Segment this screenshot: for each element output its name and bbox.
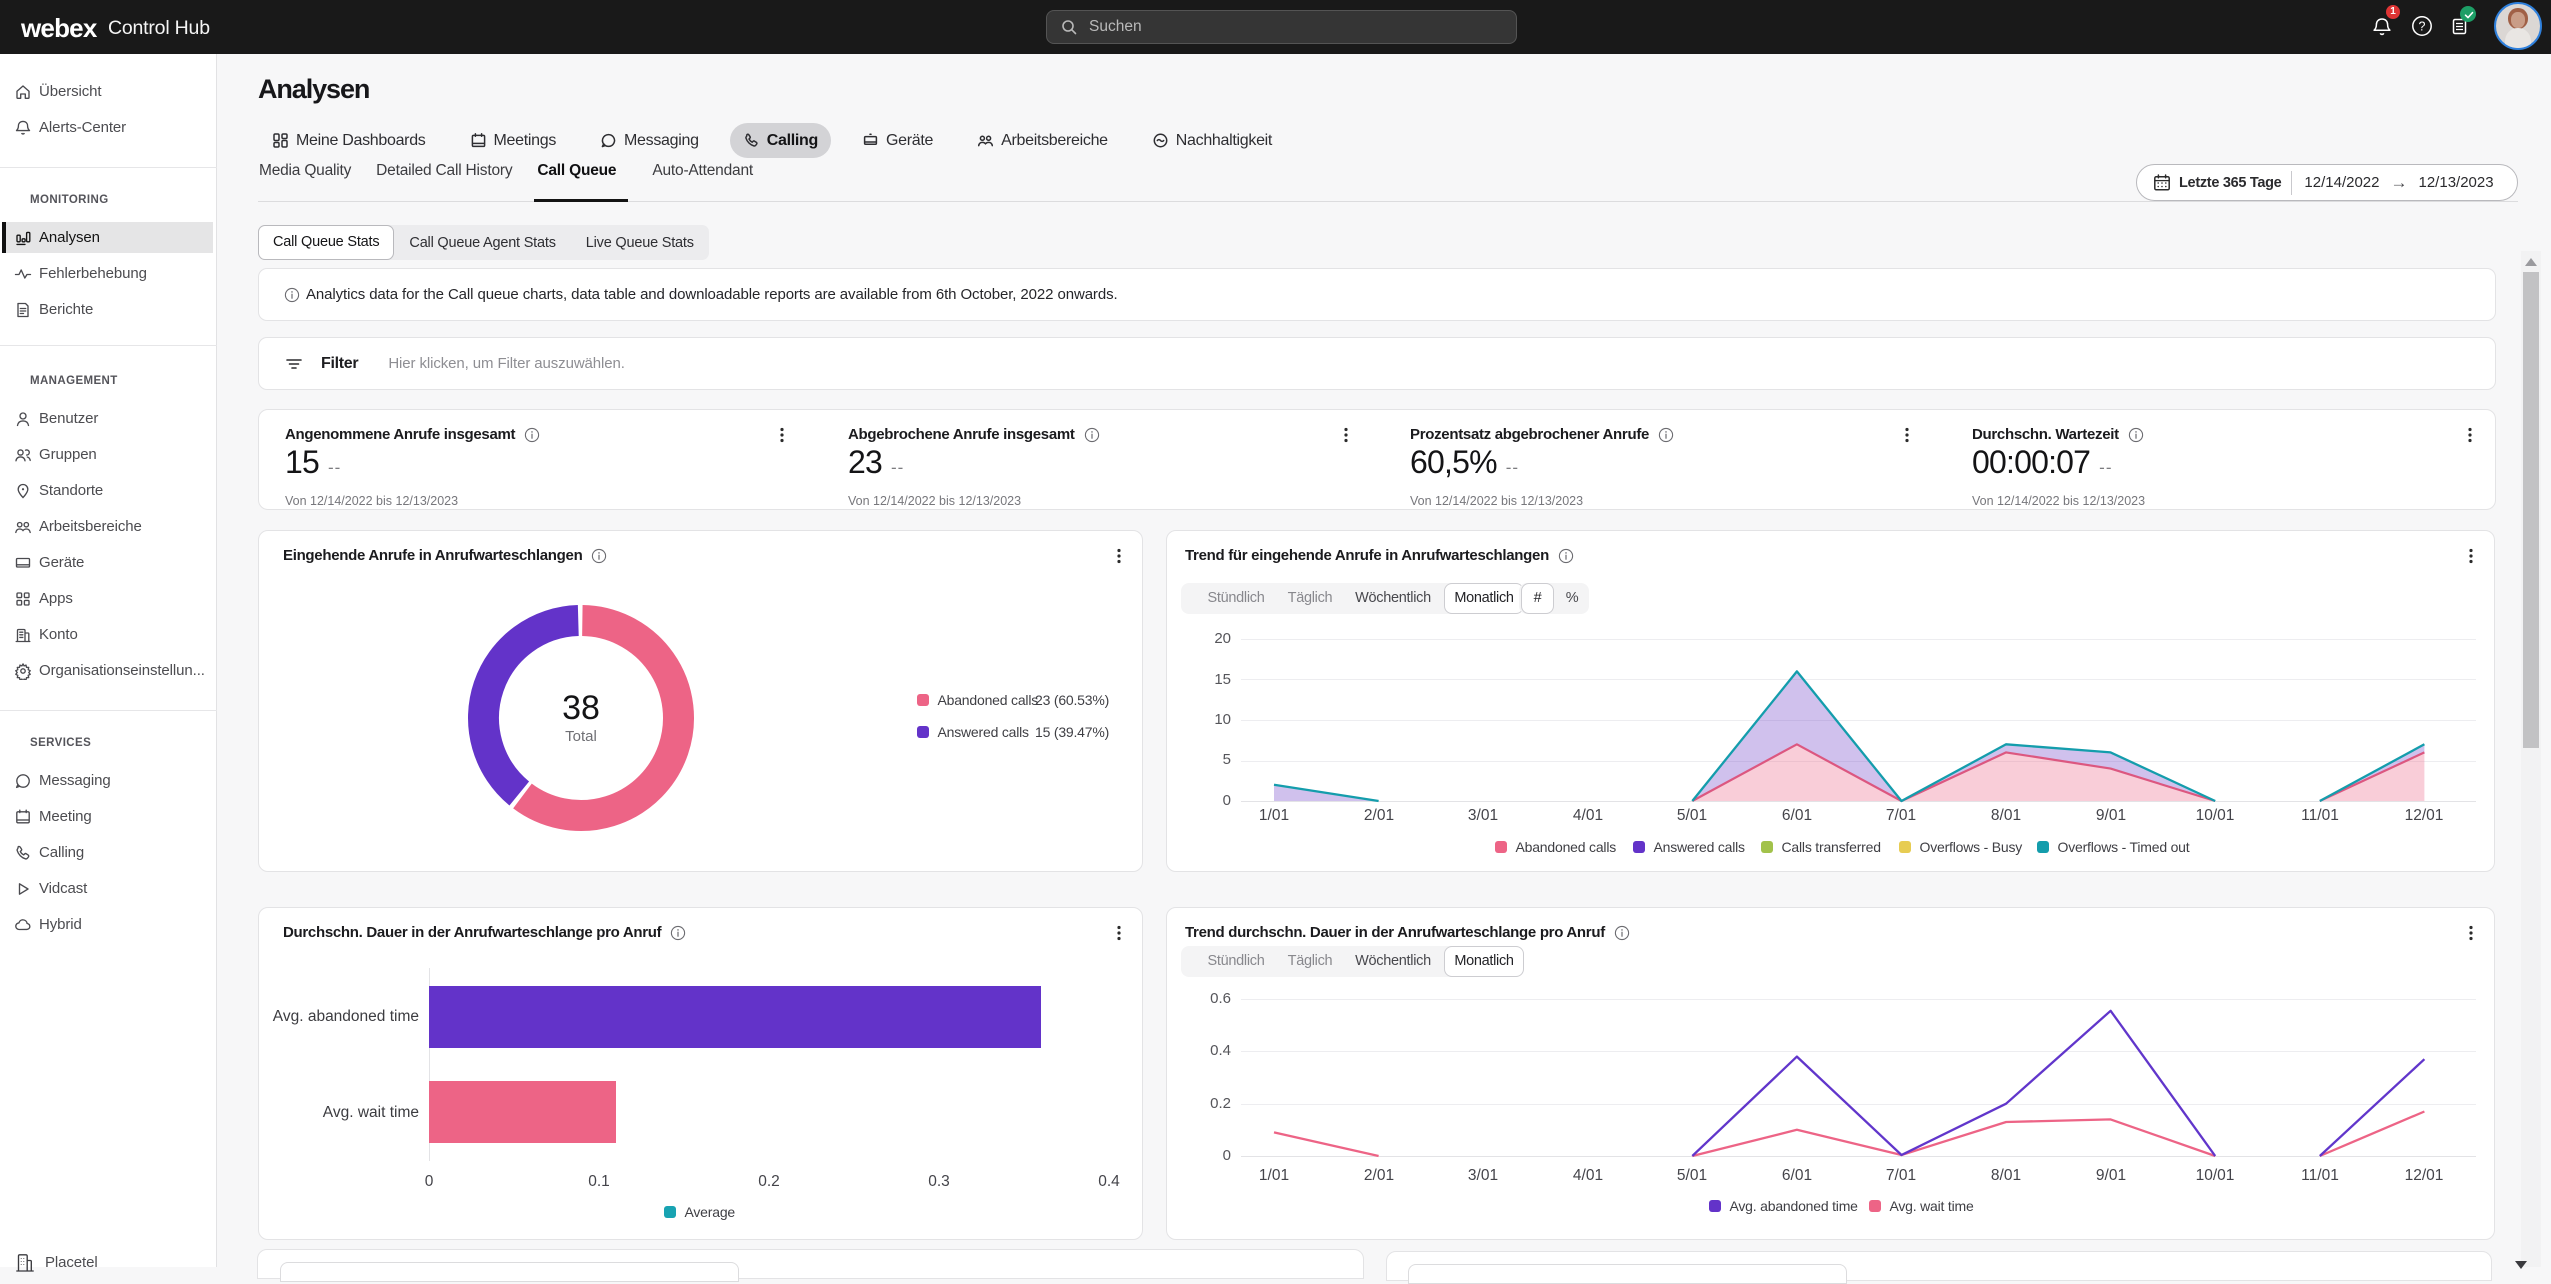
svg-text:?: ?: [2419, 19, 2426, 33]
